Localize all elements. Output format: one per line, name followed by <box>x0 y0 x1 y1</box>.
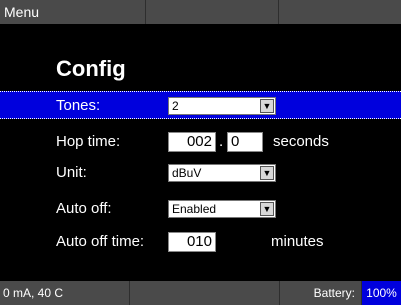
unit-select-value: dBuV <box>172 166 202 180</box>
auto-off-time-input[interactable]: 010 <box>168 232 216 252</box>
tones-row[interactable]: Tones: 2 ▼ <box>0 91 401 119</box>
unit-label: Unit: <box>56 164 87 181</box>
hop-time-label: Hop time: <box>56 133 121 150</box>
battery-label: Battery: <box>280 281 362 305</box>
dropdown-arrow-icon[interactable]: ▼ <box>260 99 274 113</box>
auto-off-time-unit: minutes <box>271 233 324 250</box>
unit-row: Unit: dBuV ▼ <box>0 159 401 187</box>
auto-off-time-label: Auto off time: <box>56 233 145 250</box>
auto-off-select-value: Enabled <box>172 202 217 216</box>
battery-percentage: 100% <box>362 281 401 305</box>
menu-button[interactable]: Menu <box>0 0 146 24</box>
dropdown-arrow-icon[interactable]: ▼ <box>260 166 274 180</box>
hop-time-row: Hop time: 002 . 0 seconds <box>0 128 401 156</box>
top-menu-bar: Menu <box>0 0 401 24</box>
status-readings: 0 mA, 40 C <box>0 281 130 305</box>
auto-off-label: Auto off: <box>56 200 112 217</box>
auto-off-select[interactable]: Enabled ▼ <box>168 200 276 218</box>
unit-select[interactable]: dBuV ▼ <box>168 164 276 182</box>
status-slot-2 <box>130 281 280 305</box>
status-bar: 0 mA, 40 C Battery: 100% <box>0 281 401 305</box>
hop-time-whole-input[interactable]: 002 <box>168 132 216 152</box>
hop-time-fraction-input[interactable]: 0 <box>227 132 263 152</box>
tones-select-value: 2 <box>172 99 179 113</box>
top-bar-slot-2 <box>146 0 279 24</box>
top-bar-slot-3 <box>279 0 401 24</box>
dropdown-arrow-icon[interactable]: ▼ <box>260 202 274 216</box>
auto-off-time-row: Auto off time: 010 minutes <box>0 228 401 256</box>
tones-select[interactable]: 2 ▼ <box>168 97 276 115</box>
hop-time-separator: . <box>219 133 224 150</box>
auto-off-row: Auto off: Enabled ▼ <box>0 195 401 223</box>
page-title: Config <box>56 56 126 81</box>
hop-time-unit: seconds <box>273 133 329 150</box>
tones-label: Tones: <box>56 97 101 114</box>
